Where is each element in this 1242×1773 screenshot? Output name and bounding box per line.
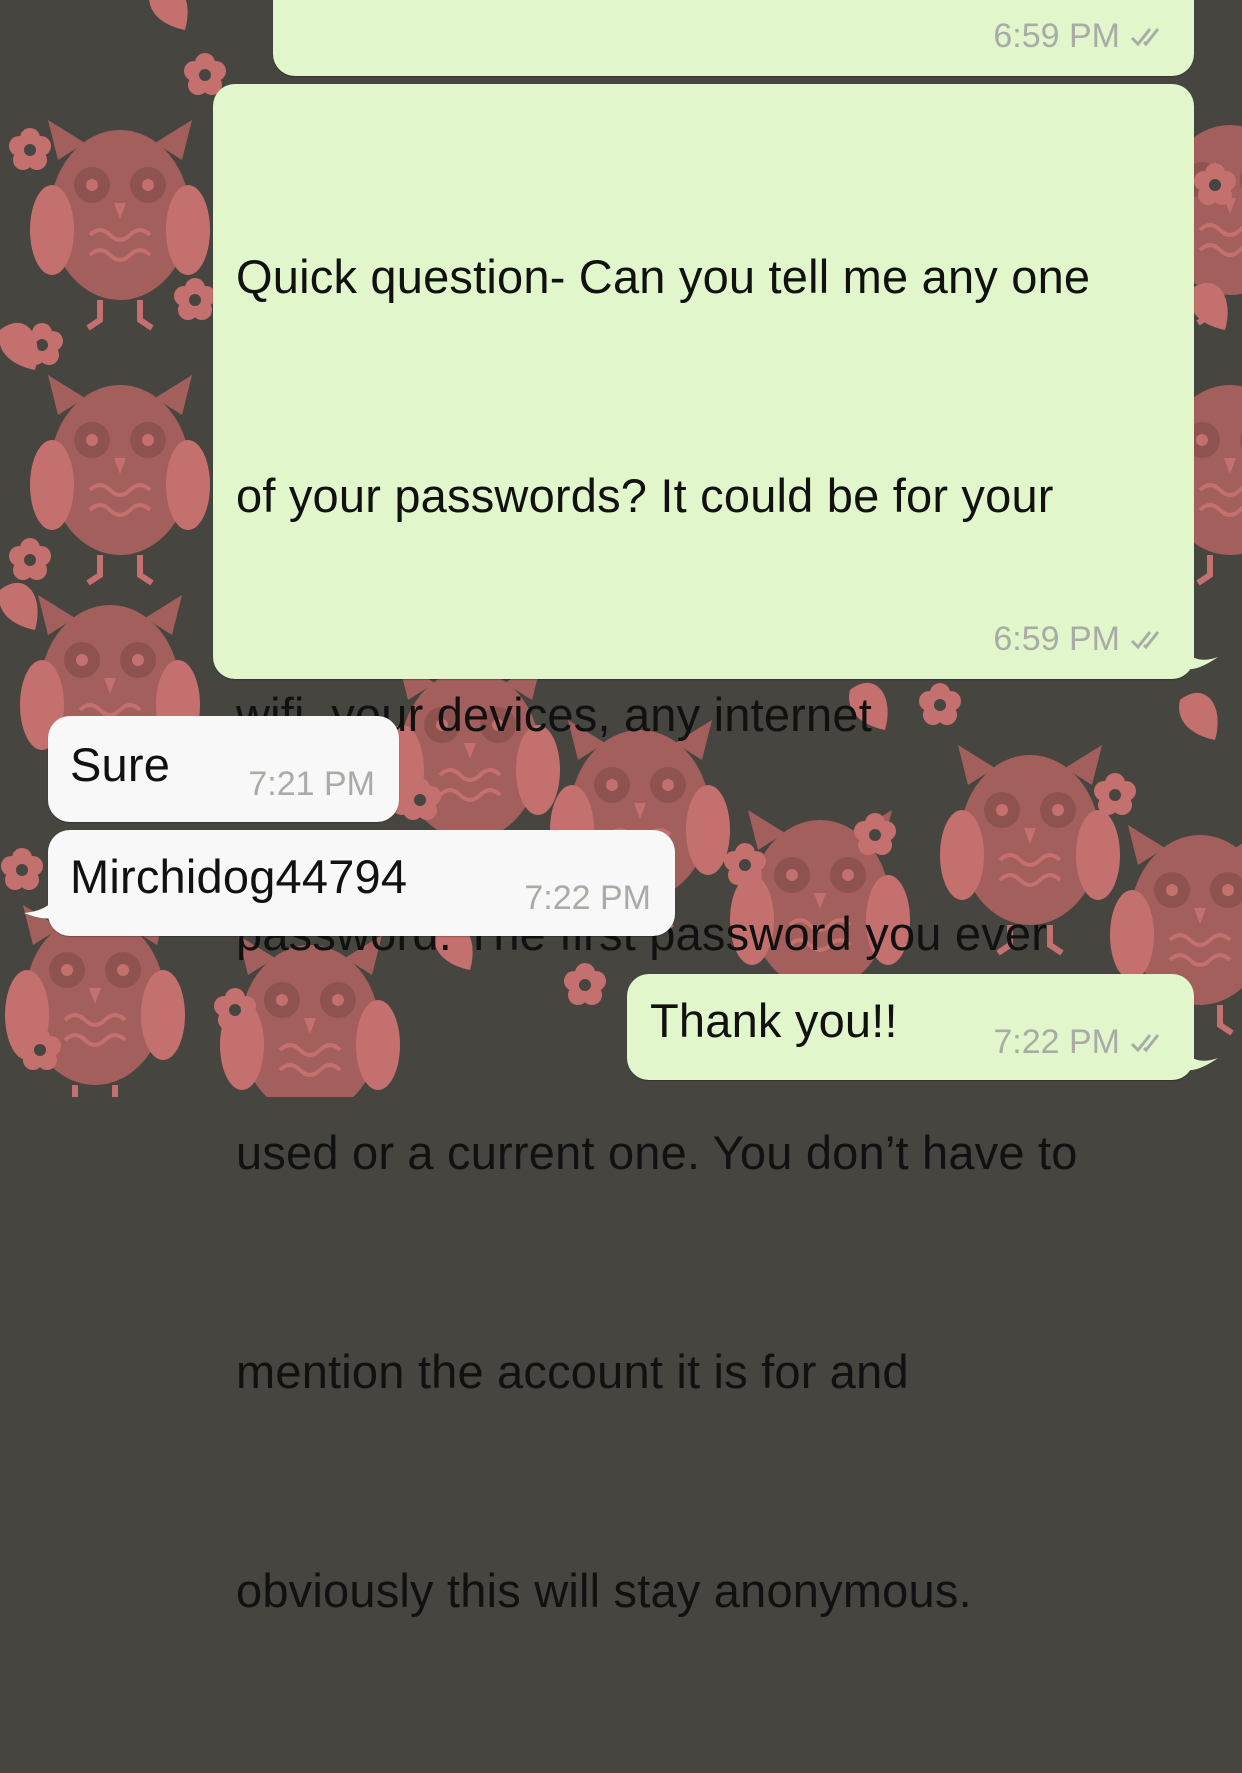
message-bubble-incoming[interactable]: Sure 7:21 PM: [48, 716, 399, 822]
message-bubble-outgoing[interactable]: 6:59 PM: [273, 0, 1194, 76]
message-meta: 7:21 PM: [248, 765, 375, 804]
message-time: 6:59 PM: [993, 620, 1120, 658]
bubble-tail: [1180, 1038, 1218, 1071]
double-check-icon: [1130, 630, 1160, 649]
message-time: 7:21 PM: [248, 765, 375, 803]
message-bubble-outgoing[interactable]: Quick question- Can you tell me any one …: [213, 84, 1194, 1617]
message-meta: 7:22 PM: [524, 879, 651, 918]
message-text-line: of your passwords? It could be for your: [236, 469, 1054, 522]
message-meta: 6:59 PM: [993, 17, 1170, 56]
double-check-icon: [1130, 1033, 1160, 1052]
message-time: 6:59 PM: [993, 17, 1120, 55]
message-time: 7:22 PM: [524, 879, 651, 917]
message-bubble-incoming[interactable]: Mirchidog44794 7:22 PM: [48, 830, 675, 936]
message-text: Mirchidog44794: [70, 850, 408, 903]
message-text-line: used or a current one. You don’t have to: [236, 1126, 1078, 1179]
bubble-tail: [24, 883, 62, 919]
message-text-line: mention the account it is for and: [236, 1345, 909, 1398]
message-meta: 7:22 PM: [993, 1023, 1170, 1062]
message-text-line: obviously this will stay anonymous.: [236, 1564, 972, 1617]
double-check-icon: [1130, 27, 1160, 46]
message-text: Sure: [70, 738, 171, 791]
bubble-tail: [1180, 637, 1218, 670]
message-meta: 6:59 PM: [993, 620, 1170, 659]
message-text-line: Quick question- Can you tell me any one: [236, 250, 1091, 303]
message-time: 7:22 PM: [993, 1023, 1120, 1061]
message-text: Thank you!!: [650, 994, 898, 1047]
message-bubble-outgoing[interactable]: Thank you!! 7:22 PM: [627, 974, 1194, 1080]
